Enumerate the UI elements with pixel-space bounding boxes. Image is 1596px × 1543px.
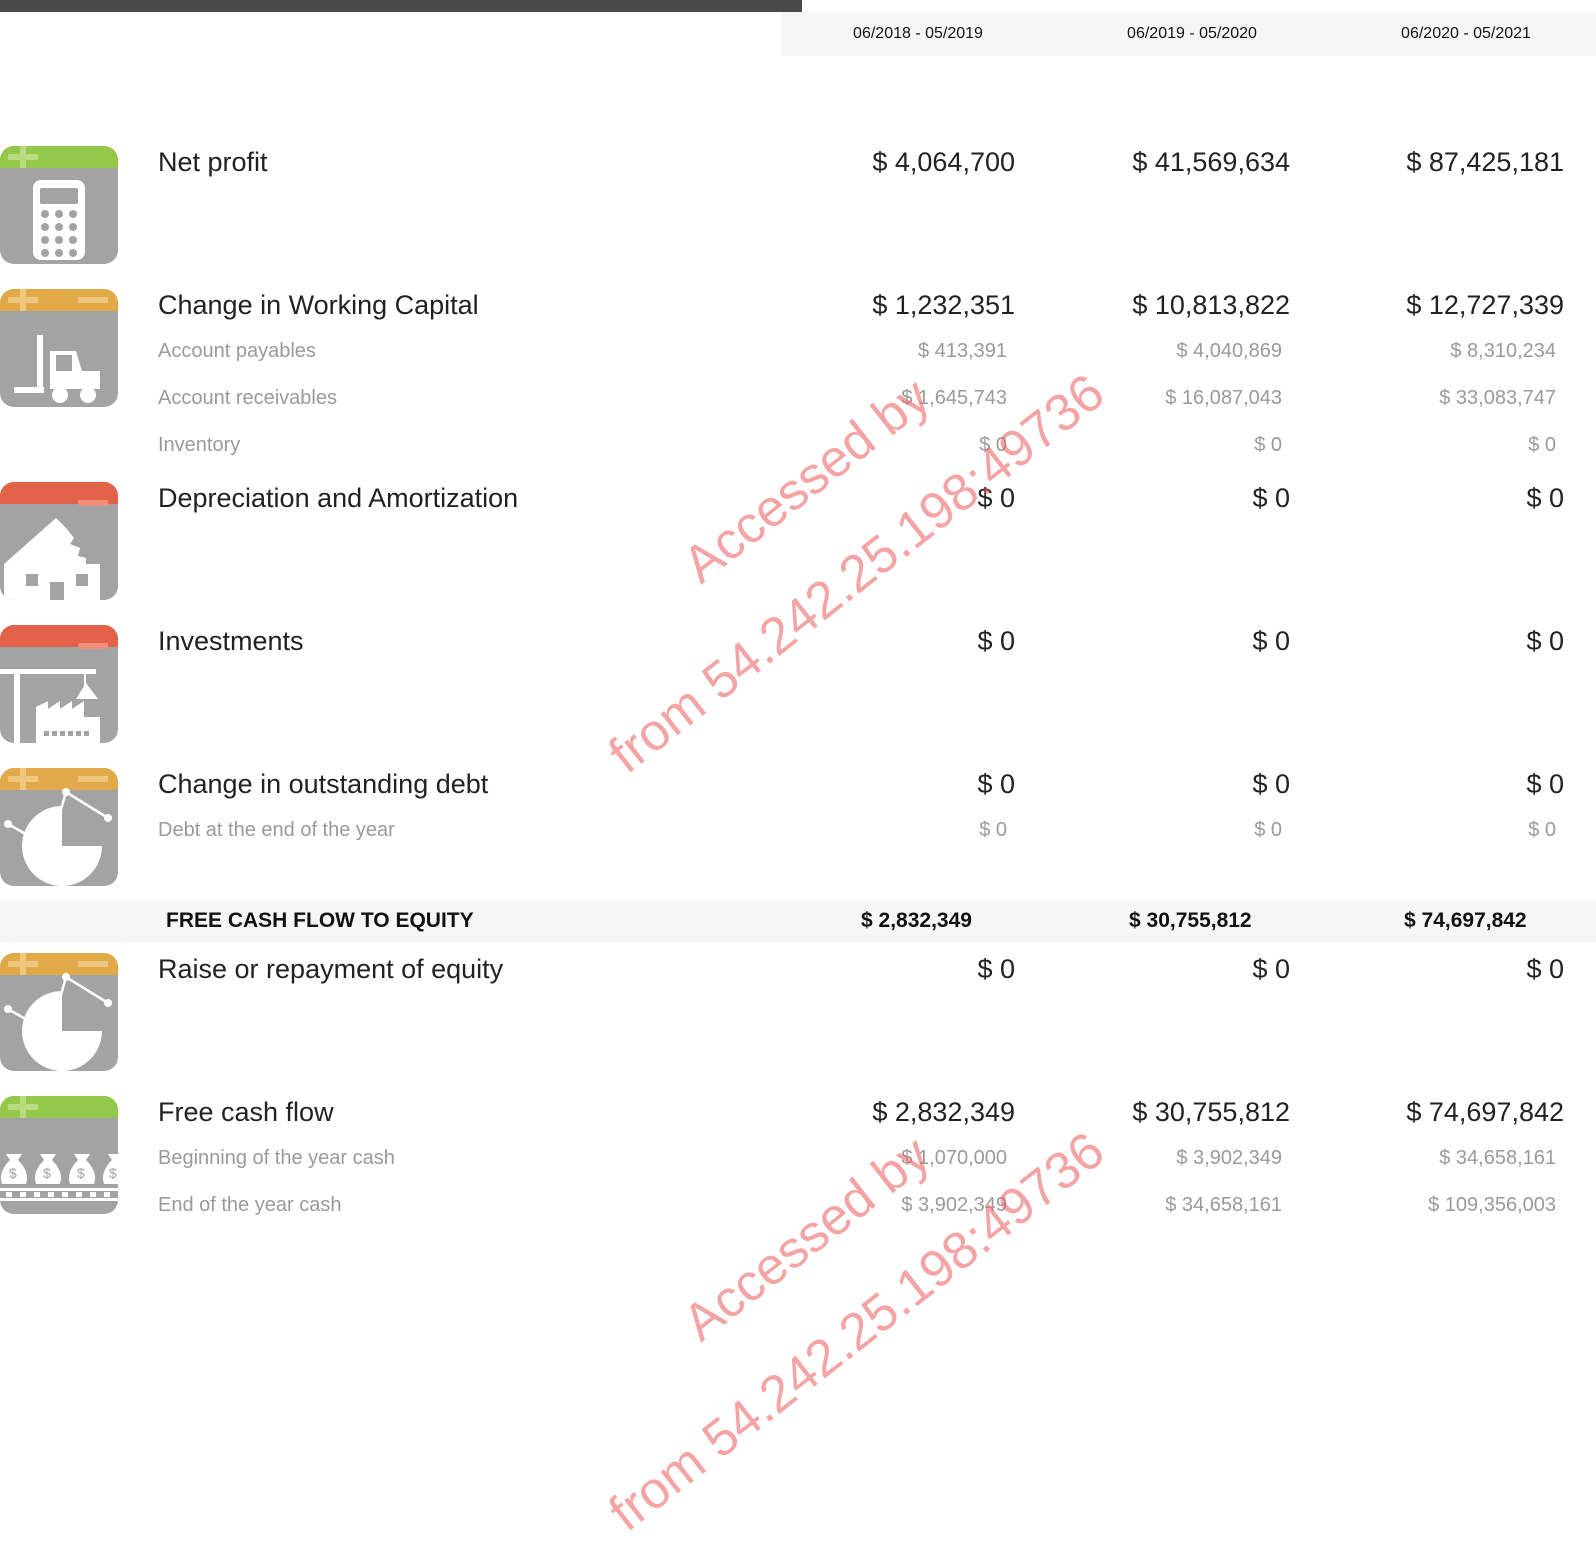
working-capital-value-2: $ 10,813,822 bbox=[1132, 290, 1290, 320]
account-payables-value-1: $ 413,391 bbox=[918, 340, 1007, 362]
watermark-line-2: from 54.242.25.198:49736 bbox=[598, 363, 1116, 785]
money-bags-icon: $ $ $ $ bbox=[0, 1096, 118, 1214]
net-profit-value-3: $ 87,425,181 bbox=[1406, 147, 1564, 177]
investments-value-3: $ 0 bbox=[1526, 626, 1564, 656]
working-capital-value-3: $ 12,727,339 bbox=[1406, 290, 1564, 320]
beginning-cash-value-1: $ 1,070,000 bbox=[901, 1147, 1007, 1169]
svg-text:$: $ bbox=[43, 1165, 51, 1181]
pie-chart-icon bbox=[0, 768, 118, 886]
equity-value-3: $ 0 bbox=[1526, 954, 1564, 984]
account-receivables-value-1: $ 1,645,743 bbox=[901, 387, 1007, 409]
investments-label: Investments bbox=[158, 626, 304, 656]
equity-value-1: $ 0 bbox=[977, 954, 1015, 984]
svg-text:$: $ bbox=[109, 1165, 117, 1181]
end-cash-label: End of the year cash bbox=[158, 1194, 342, 1216]
end-cash-value-2: $ 34,658,161 bbox=[1165, 1194, 1282, 1216]
inventory-value-3: $ 0 bbox=[1528, 434, 1556, 456]
net-profit-value-1: $ 4,064,700 bbox=[872, 147, 1015, 177]
debt-value-1: $ 0 bbox=[977, 769, 1015, 799]
end-cash-value-1: $ 3,902,349 bbox=[901, 1194, 1007, 1216]
free-cash-flow-value-2: $ 30,755,812 bbox=[1132, 1097, 1290, 1127]
debt-end-of-year-value-2: $ 0 bbox=[1254, 819, 1282, 841]
svg-text:$: $ bbox=[77, 1165, 85, 1181]
damaged-house-icon bbox=[0, 482, 118, 600]
investments-value-1: $ 0 bbox=[977, 626, 1015, 656]
depreciation-label: Depreciation and Amortization bbox=[158, 483, 519, 513]
investments-value-2: $ 0 bbox=[1252, 626, 1290, 656]
debt-label: Change in outstanding debt bbox=[158, 769, 489, 799]
depreciation-value-2: $ 0 bbox=[1252, 483, 1290, 513]
account-receivables-label: Account receivables bbox=[158, 387, 337, 409]
watermark-line-2-repeat: from 54.242.25.198:49736 bbox=[598, 1121, 1116, 1543]
beginning-cash-value-3: $ 34,658,161 bbox=[1439, 1147, 1556, 1169]
end-cash-value-3: $ 109,356,003 bbox=[1428, 1194, 1556, 1216]
svg-text:$: $ bbox=[9, 1165, 17, 1181]
debt-value-2: $ 0 bbox=[1252, 769, 1290, 799]
period-header-3: 06/2020 - 05/2021 bbox=[1401, 25, 1531, 42]
account-receivables-value-2: $ 16,087,043 bbox=[1165, 387, 1282, 409]
fcfe-value-1: $ 2,832,349 bbox=[861, 909, 972, 932]
inventory-value-2: $ 0 bbox=[1254, 434, 1282, 456]
free-cash-flow-label: Free cash flow bbox=[158, 1097, 334, 1127]
inventory-value-1: $ 0 bbox=[979, 434, 1007, 456]
working-capital-label: Change in Working Capital bbox=[158, 290, 479, 320]
period-header-2: 06/2019 - 05/2020 bbox=[1127, 25, 1257, 42]
debt-end-of-year-label: Debt at the end of the year bbox=[158, 819, 395, 841]
period-header-1: 06/2018 - 05/2019 bbox=[853, 25, 983, 42]
equity-label: Raise or repayment of equity bbox=[158, 954, 504, 984]
pie-chart-icon bbox=[0, 953, 118, 1071]
net-profit-label: Net profit bbox=[158, 147, 268, 177]
free-cash-flow-value-3: $ 74,697,842 bbox=[1406, 1097, 1564, 1127]
debt-end-of-year-value-1: $ 0 bbox=[979, 819, 1007, 841]
account-payables-value-2: $ 4,040,869 bbox=[1176, 340, 1282, 362]
account-receivables-value-3: $ 33,083,747 bbox=[1439, 387, 1556, 409]
free-cash-flow-value-1: $ 2,832,349 bbox=[872, 1097, 1015, 1127]
forklift-icon bbox=[0, 289, 118, 407]
depreciation-value-3: $ 0 bbox=[1526, 483, 1564, 513]
beginning-cash-label: Beginning of the year cash bbox=[158, 1147, 395, 1169]
inventory-label: Inventory bbox=[158, 434, 241, 456]
fcfe-value-2: $ 30,755,812 bbox=[1129, 909, 1252, 932]
depreciation-value-1: $ 0 bbox=[977, 483, 1015, 513]
account-payables-label: Account payables bbox=[158, 340, 316, 362]
debt-end-of-year-value-3: $ 0 bbox=[1528, 819, 1556, 841]
top-bar bbox=[0, 0, 802, 12]
crane-factory-icon bbox=[0, 625, 118, 743]
equity-value-2: $ 0 bbox=[1252, 954, 1290, 984]
beginning-cash-value-2: $ 3,902,349 bbox=[1176, 1147, 1282, 1169]
debt-value-3: $ 0 bbox=[1526, 769, 1564, 799]
calculator-icon bbox=[0, 146, 118, 264]
net-profit-value-2: $ 41,569,634 bbox=[1132, 147, 1290, 177]
account-payables-value-3: $ 8,310,234 bbox=[1450, 340, 1556, 362]
fcfe-value-3: $ 74,697,842 bbox=[1404, 909, 1527, 932]
working-capital-value-1: $ 1,232,351 bbox=[872, 290, 1015, 320]
fcfe-label: FREE CASH FLOW TO EQUITY bbox=[166, 909, 474, 932]
